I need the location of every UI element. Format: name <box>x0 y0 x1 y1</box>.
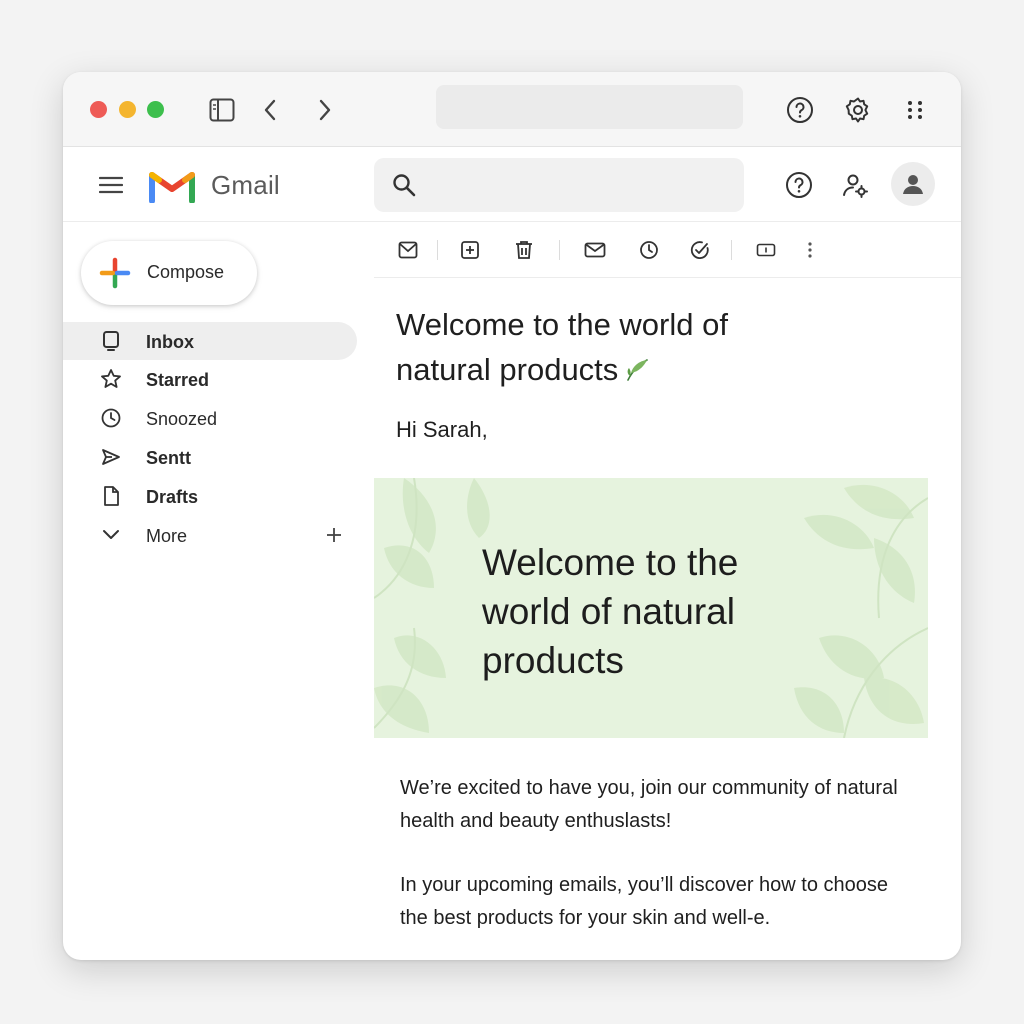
browser-toolbar <box>63 72 961 147</box>
search-icon[interactable] <box>391 172 417 198</box>
avatar[interactable] <box>891 162 935 206</box>
compose-plus-icon <box>99 257 131 289</box>
email-subject: Welcome to the world of natural products <box>396 307 728 387</box>
create-label-plus-icon[interactable] <box>323 524 345 546</box>
sidebar-item-label: Sentt <box>146 448 191 468</box>
address-bar[interactable] <box>436 85 743 129</box>
sidebar-item-inbox[interactable]: Inbox <box>63 322 357 360</box>
sidebar-item-label: Starred <box>146 370 210 390</box>
email-paragraph: We’re excited to have you, join our comm… <box>400 777 898 832</box>
compose-button[interactable]: Compose <box>81 241 257 305</box>
maximize-window-button[interactable] <box>147 101 164 118</box>
sidebar-item-label: More <box>146 526 188 546</box>
sidebar-item-starred[interactable]: Starred <box>63 360 357 399</box>
more-vert-icon[interactable] <box>798 238 822 262</box>
help-icon[interactable] <box>784 94 816 126</box>
sidebar-nav: Inbox Starred Snoozed Sentt Drafts More <box>63 322 373 555</box>
browser-window: Gmail Compose Inbox Starred Snoozed Sent… <box>63 72 961 960</box>
email-banner: Welcome to the world of natural products <box>374 478 928 738</box>
main-menu-icon[interactable] <box>93 169 129 201</box>
forward-icon[interactable] <box>309 94 341 126</box>
user-icon <box>903 175 923 194</box>
delete-icon[interactable] <box>512 238 536 262</box>
mark-unread-icon[interactable] <box>583 238 607 262</box>
gmail-header: Gmail <box>63 148 961 222</box>
compose-label: Compose <box>147 262 225 282</box>
inbox-icon <box>103 331 119 351</box>
star-icon <box>101 369 121 388</box>
sidebar-item-more[interactable]: More <box>63 516 357 555</box>
sidebar-item-snoozed[interactable]: Snoozed <box>63 399 357 438</box>
label-icon[interactable] <box>754 238 778 262</box>
close-window-button[interactable] <box>90 101 107 118</box>
add-to-icon[interactable] <box>458 238 482 262</box>
file-icon <box>104 486 119 506</box>
sidebar-item-label: Drafts <box>146 487 199 507</box>
sidebar-item-label: Inbox <box>146 332 194 352</box>
leaf-icon <box>627 359 649 381</box>
email-greeting: Hi Sarah, <box>396 417 488 442</box>
search-input[interactable] <box>428 166 728 204</box>
sidebar-item-drafts[interactable]: Drafts <box>63 477 357 516</box>
add-task-icon[interactable] <box>688 238 712 262</box>
snooze-icon[interactable] <box>637 238 661 262</box>
sidebar-item-sent[interactable]: Sentt <box>63 438 357 477</box>
clock-icon <box>101 408 121 428</box>
gmail-logo-icon[interactable] <box>149 167 195 203</box>
email-body: We’re excited to have you, join our comm… <box>374 738 928 960</box>
settings-icon[interactable] <box>842 94 874 126</box>
account-settings-icon[interactable] <box>838 168 872 202</box>
minimize-window-button[interactable] <box>119 101 136 118</box>
chevron-down-icon <box>103 530 119 539</box>
sidebar-item-label: Snoozed <box>146 409 218 429</box>
message-toolbar <box>374 222 961 278</box>
support-icon[interactable] <box>782 168 816 202</box>
back-icon[interactable] <box>254 94 286 126</box>
gmail-wordmark: Gmail <box>211 170 280 200</box>
apps-grid-icon[interactable] <box>899 94 931 126</box>
banner-title: Welcome to the world of natural products <box>482 542 739 681</box>
search-bar[interactable] <box>374 158 744 212</box>
email-paragraph: In your upcoming emails, you’ll discover… <box>400 874 889 929</box>
send-icon <box>102 449 120 465</box>
archive-icon[interactable] <box>396 238 420 262</box>
sidebar-toggle-icon[interactable] <box>206 94 238 126</box>
